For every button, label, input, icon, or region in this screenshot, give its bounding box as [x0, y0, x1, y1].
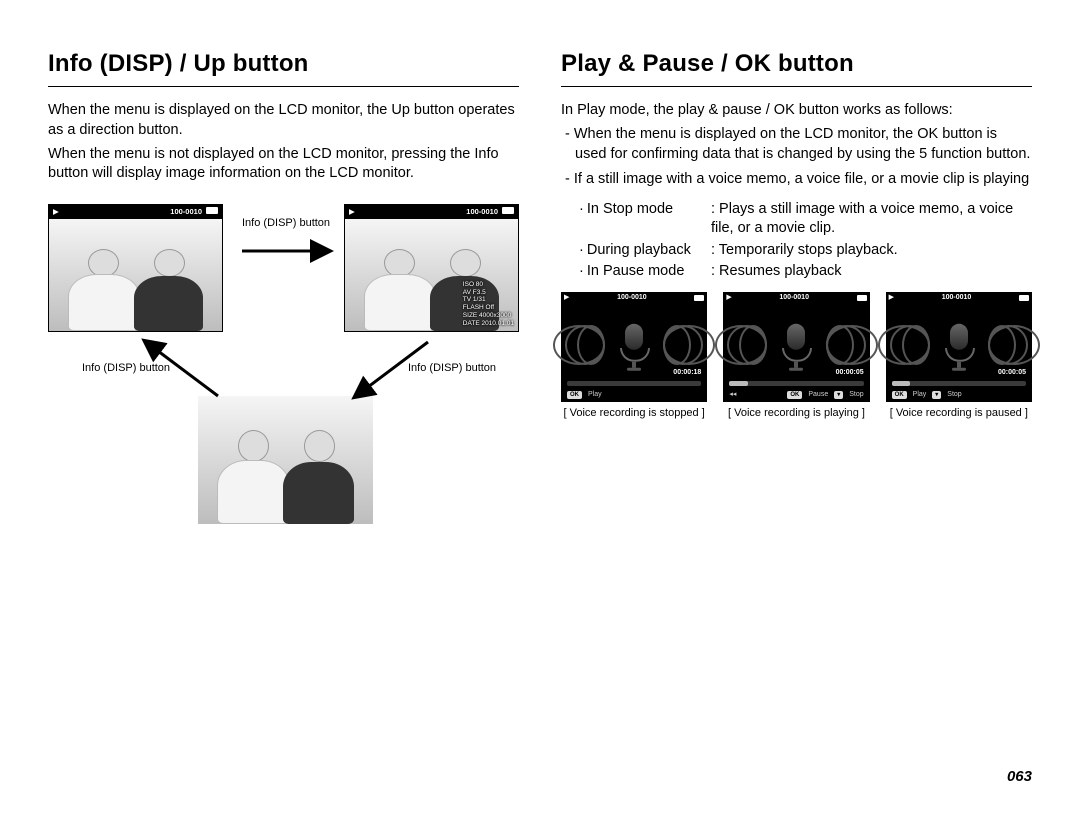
ctrl-action-2: Stop — [947, 390, 961, 399]
right-column: Play & Pause / OK button In Play mode, t… — [561, 48, 1032, 815]
lcd-preview-detailed: ▶ 100-0010 ISO 80 AV F3.5 TV 1/31 FLASH … — [344, 204, 519, 332]
manual-page: Info (DISP) / Up button When the menu is… — [0, 0, 1080, 815]
voice-card: ▶100-0010 00:00:05 OKPlay▾Stop [ Voice r… — [886, 292, 1032, 421]
bullet-list: When the menu is displayed on the LCD mo… — [561, 125, 1032, 190]
battery-icon — [1019, 295, 1029, 301]
arrow-icon — [238, 236, 338, 266]
arrow-label: Info (DISP) button — [82, 361, 170, 376]
rule — [48, 86, 519, 87]
right-intro: In Play mode, the play & pause / OK butt… — [561, 101, 1032, 121]
left-heading: Info (DISP) / Up button — [48, 48, 519, 80]
play-icon: ▶ — [349, 207, 355, 217]
play-icon: ▶ — [564, 293, 569, 302]
microphone-icon — [945, 324, 973, 364]
lcd-preview-clean — [198, 396, 373, 524]
arrow-label: Info (DISP) button — [242, 216, 330, 231]
voice-lcd: ▶100-0010 00:00:05 ◂◂OKPause▾Stop — [723, 292, 869, 402]
voice-card: ▶ 100-0010 00:00:18 OK Play [ Voice record… — [561, 292, 707, 421]
info-disp-cycle-diagram: ▶ 100-0010 ▶ 100-0010 ISO 8 — [48, 196, 519, 516]
battery-icon — [694, 295, 704, 301]
mode-value: : Temporarily stops playback. — [711, 241, 1032, 261]
file-counter: 100-0010 — [466, 207, 498, 216]
file-counter: 100-0010 — [942, 293, 972, 302]
ok-pill: OK — [787, 391, 802, 399]
voice-lcd: ▶ 100-0010 00:00:18 OK Play — [561, 292, 707, 402]
mode-value: : Resumes playback — [711, 262, 1032, 282]
voice-caption: [ Voice recording is stopped ] — [561, 406, 707, 421]
mode-label: In Pause mode — [579, 262, 705, 282]
microphone-icon — [620, 324, 648, 364]
voice-caption: [ Voice recording is playing ] — [723, 406, 869, 421]
play-icon: ▶ — [889, 293, 894, 302]
status-bar: ▶ 100-0010 — [49, 205, 222, 219]
ctrl-action: Pause — [808, 390, 828, 399]
left-para-2: When the menu is not displayed on the LC… — [48, 145, 519, 184]
arrow-label: Info (DISP) button — [408, 361, 496, 376]
elapsed-time: 00:00:05 — [836, 368, 864, 377]
status-bar: ▶ 100-0010 — [345, 205, 518, 219]
mode-label: In Stop mode — [579, 200, 705, 239]
battery-icon — [206, 207, 218, 214]
exif-overlay: ISO 80 AV F3.5 TV 1/31 FLASH Off SIZE 40… — [463, 281, 514, 328]
mode-label: During playback — [579, 241, 705, 261]
play-icon: ▶ — [726, 293, 731, 302]
elapsed-time: 00:00:05 — [998, 368, 1026, 377]
elapsed-time: 00:00:18 — [673, 368, 701, 377]
sample-photo: ISO 80 AV F3.5 TV 1/31 FLASH Off SIZE 40… — [345, 219, 518, 331]
voice-card: ▶100-0010 00:00:05 ◂◂OKPause▾Stop [ Voic… — [723, 292, 869, 421]
lcd-preview-basic: ▶ 100-0010 — [48, 204, 223, 332]
battery-icon — [857, 295, 867, 301]
ok-pill: OK — [567, 391, 582, 399]
voice-screens-row: ▶ 100-0010 00:00:18 OK Play [ Voice record… — [561, 292, 1032, 421]
bullet-item: When the menu is displayed on the LCD mo… — [561, 125, 1032, 164]
bullet-item: If a still image with a voice memo, a vo… — [561, 170, 1032, 190]
mode-list: In Stop mode : Plays a still image with … — [579, 200, 1032, 282]
sample-photo — [198, 396, 373, 524]
left-para-1: When the menu is displayed on the LCD mo… — [48, 101, 519, 140]
page-number: 063 — [1007, 767, 1032, 787]
voice-caption: [ Voice recording is paused ] — [886, 406, 1032, 421]
voice-lcd: ▶100-0010 00:00:05 OKPlay▾Stop — [886, 292, 1032, 402]
file-counter: 100-0010 — [617, 293, 647, 302]
file-counter: 100-0010 — [779, 293, 809, 302]
file-counter: 100-0010 — [170, 207, 202, 216]
microphone-icon — [782, 324, 810, 364]
ok-pill: OK — [892, 391, 907, 399]
right-heading: Play & Pause / OK button — [561, 48, 1032, 80]
left-column: Info (DISP) / Up button When the menu is… — [48, 48, 519, 815]
mode-value: : Plays a still image with a voice memo,… — [711, 200, 1032, 239]
ctrl-action: Play — [913, 390, 927, 399]
rule — [561, 86, 1032, 87]
play-icon: ▶ — [53, 207, 59, 217]
ctrl-action-2: Stop — [849, 390, 863, 399]
ctrl-action: Play — [588, 390, 602, 399]
battery-icon — [502, 207, 514, 214]
sample-photo — [49, 219, 222, 331]
